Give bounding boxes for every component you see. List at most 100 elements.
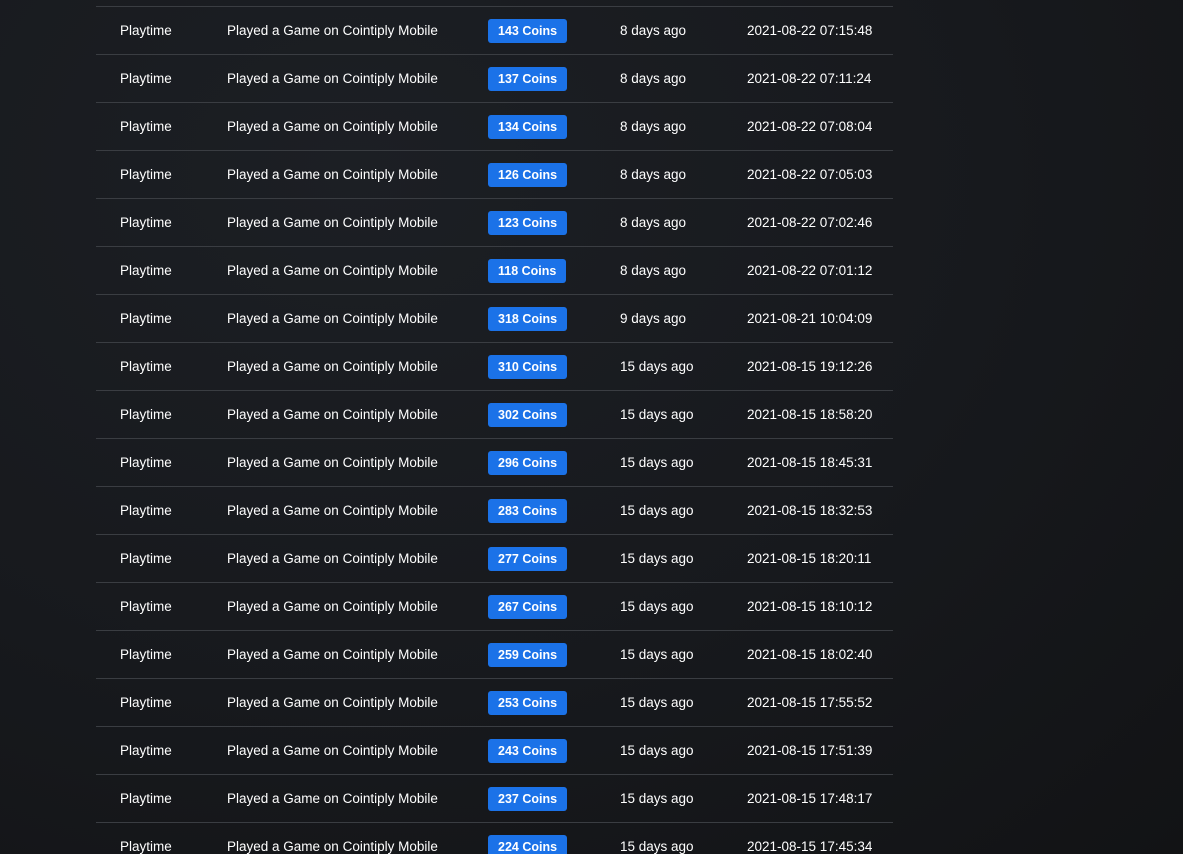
transaction-date: 2021-08-15 17:48:17: [747, 791, 873, 806]
transaction-type: Playtime: [120, 23, 172, 38]
transaction-date: 2021-08-22 07:08:04: [747, 119, 873, 134]
coins-badge: 118 Coins: [488, 259, 567, 283]
transaction-date-cell: 2021-08-15 18:02:40: [747, 631, 872, 678]
transaction-description: Played a Game on Cointiply Mobile: [227, 71, 438, 86]
transaction-amount-cell: 296 Coins: [488, 439, 568, 486]
transaction-date-cell: 2021-08-15 18:45:31: [747, 439, 872, 486]
table-row: Playtime Played a Game on Cointiply Mobil…: [96, 103, 893, 151]
transaction-relative-time-cell: 15 days ago: [620, 583, 694, 630]
transaction-relative-time-cell: 15 days ago: [620, 775, 694, 822]
transaction-date-cell: 2021-08-15 18:58:20: [747, 391, 872, 438]
transaction-description: Played a Game on Cointiply Mobile: [227, 311, 438, 326]
coins-badge: 318 Coins: [488, 307, 568, 331]
transaction-type: Playtime: [120, 503, 172, 518]
transaction-amount-cell: 267 Coins: [488, 583, 568, 630]
transaction-date-cell: 2021-08-15 19:12:26: [747, 343, 872, 390]
table-row: Playtime Played a Game on Cointiply Mobil…: [96, 679, 893, 727]
transaction-amount-cell: 277 Coins: [488, 535, 568, 582]
transaction-relative-time: 8 days ago: [620, 71, 687, 86]
transaction-description-cell: Played a Game on Cointiply Mobile: [227, 535, 438, 582]
transaction-type-cell: Playtime: [120, 7, 172, 54]
transaction-date: 2021-08-21 10:04:09: [747, 311, 873, 326]
transaction-type-cell: Playtime: [120, 391, 172, 438]
transaction-description: Played a Game on Cointiply Mobile: [227, 791, 438, 806]
transaction-description: Played a Game on Cointiply Mobile: [227, 551, 438, 566]
transaction-relative-time-cell: 15 days ago: [620, 727, 694, 774]
transaction-amount-cell: 253 Coins: [488, 679, 568, 726]
transaction-type-cell: Playtime: [120, 535, 172, 582]
transaction-type-cell: Playtime: [120, 775, 172, 822]
transaction-description: Played a Game on Cointiply Mobile: [227, 599, 438, 614]
transaction-date: 2021-08-15 18:45:31: [747, 455, 873, 470]
transaction-relative-time-cell: 9 days ago: [620, 295, 686, 342]
transaction-description: Played a Game on Cointiply Mobile: [227, 695, 438, 710]
transaction-description: Played a Game on Cointiply Mobile: [227, 647, 438, 662]
transaction-description: Played a Game on Cointiply Mobile: [227, 839, 438, 854]
transaction-description-cell: Played a Game on Cointiply Mobile: [227, 679, 438, 726]
transaction-date-cell: 2021-08-15 17:55:52: [747, 679, 872, 726]
transaction-date: 2021-08-15 18:32:53: [747, 503, 873, 518]
transaction-relative-time-cell: 8 days ago: [620, 103, 686, 150]
transaction-description: Played a Game on Cointiply Mobile: [227, 503, 438, 518]
coins-badge: 296 Coins: [488, 451, 568, 475]
table-row: Playtime Played a Game on Cointiply Mobil…: [96, 391, 893, 439]
table-row: Playtime Played a Game on Cointiply Mobil…: [96, 247, 893, 295]
table-row: Playtime Played a Game on Cointiply Mobil…: [96, 55, 893, 103]
transaction-type: Playtime: [120, 599, 172, 614]
transaction-relative-time-cell: 8 days ago: [620, 247, 686, 294]
coins-badge: 123 Coins: [488, 211, 568, 235]
earnings-history-table: Playtime Played a Game on Cointiply Mobil…: [96, 6, 893, 854]
transaction-type: Playtime: [120, 71, 172, 86]
transaction-date-cell: 2021-08-21 10:04:09: [747, 295, 872, 342]
transaction-type: Playtime: [120, 215, 172, 230]
transaction-date-cell: 2021-08-22 07:08:04: [747, 103, 872, 150]
transaction-date-cell: 2021-08-22 07:11:24: [747, 55, 871, 102]
transaction-amount-cell: 318 Coins: [488, 295, 568, 342]
transaction-date: 2021-08-15 18:20:11: [747, 551, 872, 566]
coins-badge: 137 Coins: [488, 67, 568, 91]
coins-badge: 267 Coins: [488, 595, 568, 619]
transaction-type-cell: Playtime: [120, 631, 172, 678]
transaction-type-cell: Playtime: [120, 199, 172, 246]
transaction-type: Playtime: [120, 407, 172, 422]
transaction-relative-time: 15 days ago: [620, 647, 694, 662]
coins-badge: 283 Coins: [488, 499, 568, 523]
transaction-date: 2021-08-15 19:12:26: [747, 359, 873, 374]
transaction-relative-time-cell: 15 days ago: [620, 535, 694, 582]
transaction-relative-time-cell: 15 days ago: [620, 343, 694, 390]
transaction-amount-cell: 118 Coins: [488, 247, 567, 294]
transaction-relative-time: 8 days ago: [620, 263, 687, 278]
transaction-relative-time: 15 days ago: [620, 743, 694, 758]
transaction-type-cell: Playtime: [120, 103, 172, 150]
table-row: Playtime Played a Game on Cointiply Mobil…: [96, 583, 893, 631]
transaction-relative-time: 15 days ago: [620, 407, 694, 422]
transaction-type-cell: Playtime: [120, 439, 172, 486]
coins-badge: 277 Coins: [488, 547, 568, 571]
transaction-date: 2021-08-15 17:55:52: [747, 695, 873, 710]
transaction-type-cell: Playtime: [120, 583, 172, 630]
transaction-description: Played a Game on Cointiply Mobile: [227, 743, 438, 758]
transaction-date: 2021-08-22 07:02:46: [747, 215, 873, 230]
table-row: Playtime Played a Game on Cointiply Mobil…: [96, 535, 893, 583]
transaction-description-cell: Played a Game on Cointiply Mobile: [227, 823, 438, 854]
transaction-type: Playtime: [120, 551, 172, 566]
transaction-type: Playtime: [120, 119, 172, 134]
transaction-relative-time-cell: 8 days ago: [620, 7, 686, 54]
transaction-description-cell: Played a Game on Cointiply Mobile: [227, 151, 438, 198]
transaction-description-cell: Played a Game on Cointiply Mobile: [227, 247, 438, 294]
table-row: Playtime Played a Game on Cointiply Mobil…: [96, 775, 893, 823]
transaction-type-cell: Playtime: [120, 487, 172, 534]
transaction-type: Playtime: [120, 791, 172, 806]
table-row: Playtime Played a Game on Cointiply Mobil…: [96, 295, 893, 343]
table-row: Playtime Played a Game on Cointiply Mobil…: [96, 727, 893, 775]
transaction-relative-time: 15 days ago: [620, 503, 694, 518]
transaction-description-cell: Played a Game on Cointiply Mobile: [227, 583, 438, 630]
transaction-relative-time: 15 days ago: [620, 455, 694, 470]
transaction-date-cell: 2021-08-15 18:10:12: [747, 583, 872, 630]
transaction-type-cell: Playtime: [120, 151, 172, 198]
transaction-relative-time: 8 days ago: [620, 167, 687, 182]
transaction-relative-time: 8 days ago: [620, 23, 687, 38]
transaction-type: Playtime: [120, 167, 172, 182]
transaction-type: Playtime: [120, 311, 172, 326]
transaction-amount-cell: 134 Coins: [488, 103, 568, 150]
